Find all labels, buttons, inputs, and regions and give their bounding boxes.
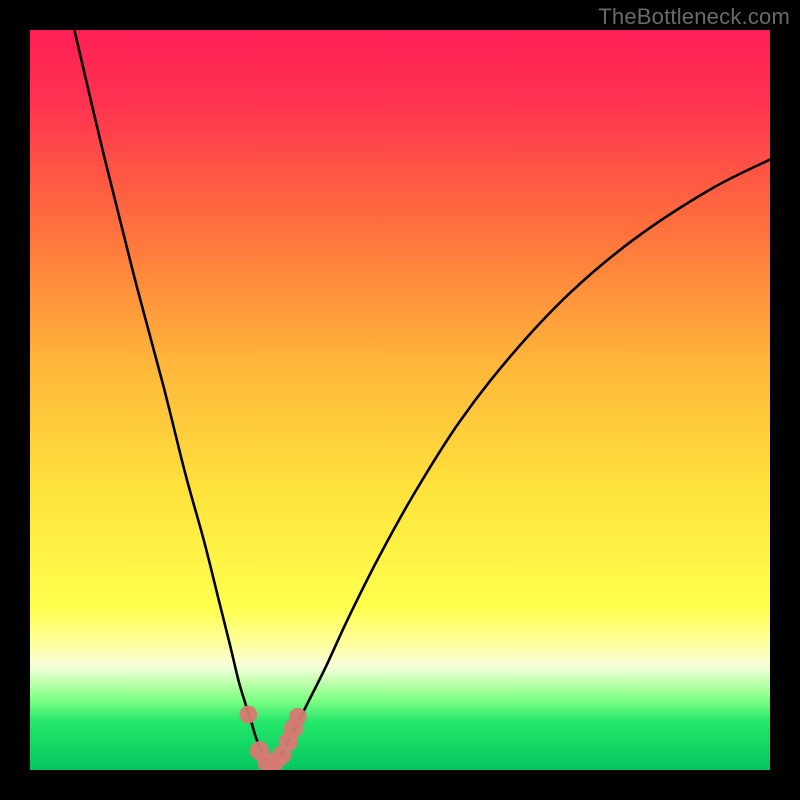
watermark-text: TheBottleneck.com <box>598 4 790 30</box>
data-marker <box>289 708 307 726</box>
curve-layer <box>30 30 770 770</box>
data-marker <box>239 706 257 724</box>
frame: TheBottleneck.com <box>0 0 800 800</box>
curve-right-branch <box>271 160 770 771</box>
plot-area <box>30 30 770 770</box>
markers-group <box>239 706 306 770</box>
curve-left-branch <box>74 30 271 770</box>
